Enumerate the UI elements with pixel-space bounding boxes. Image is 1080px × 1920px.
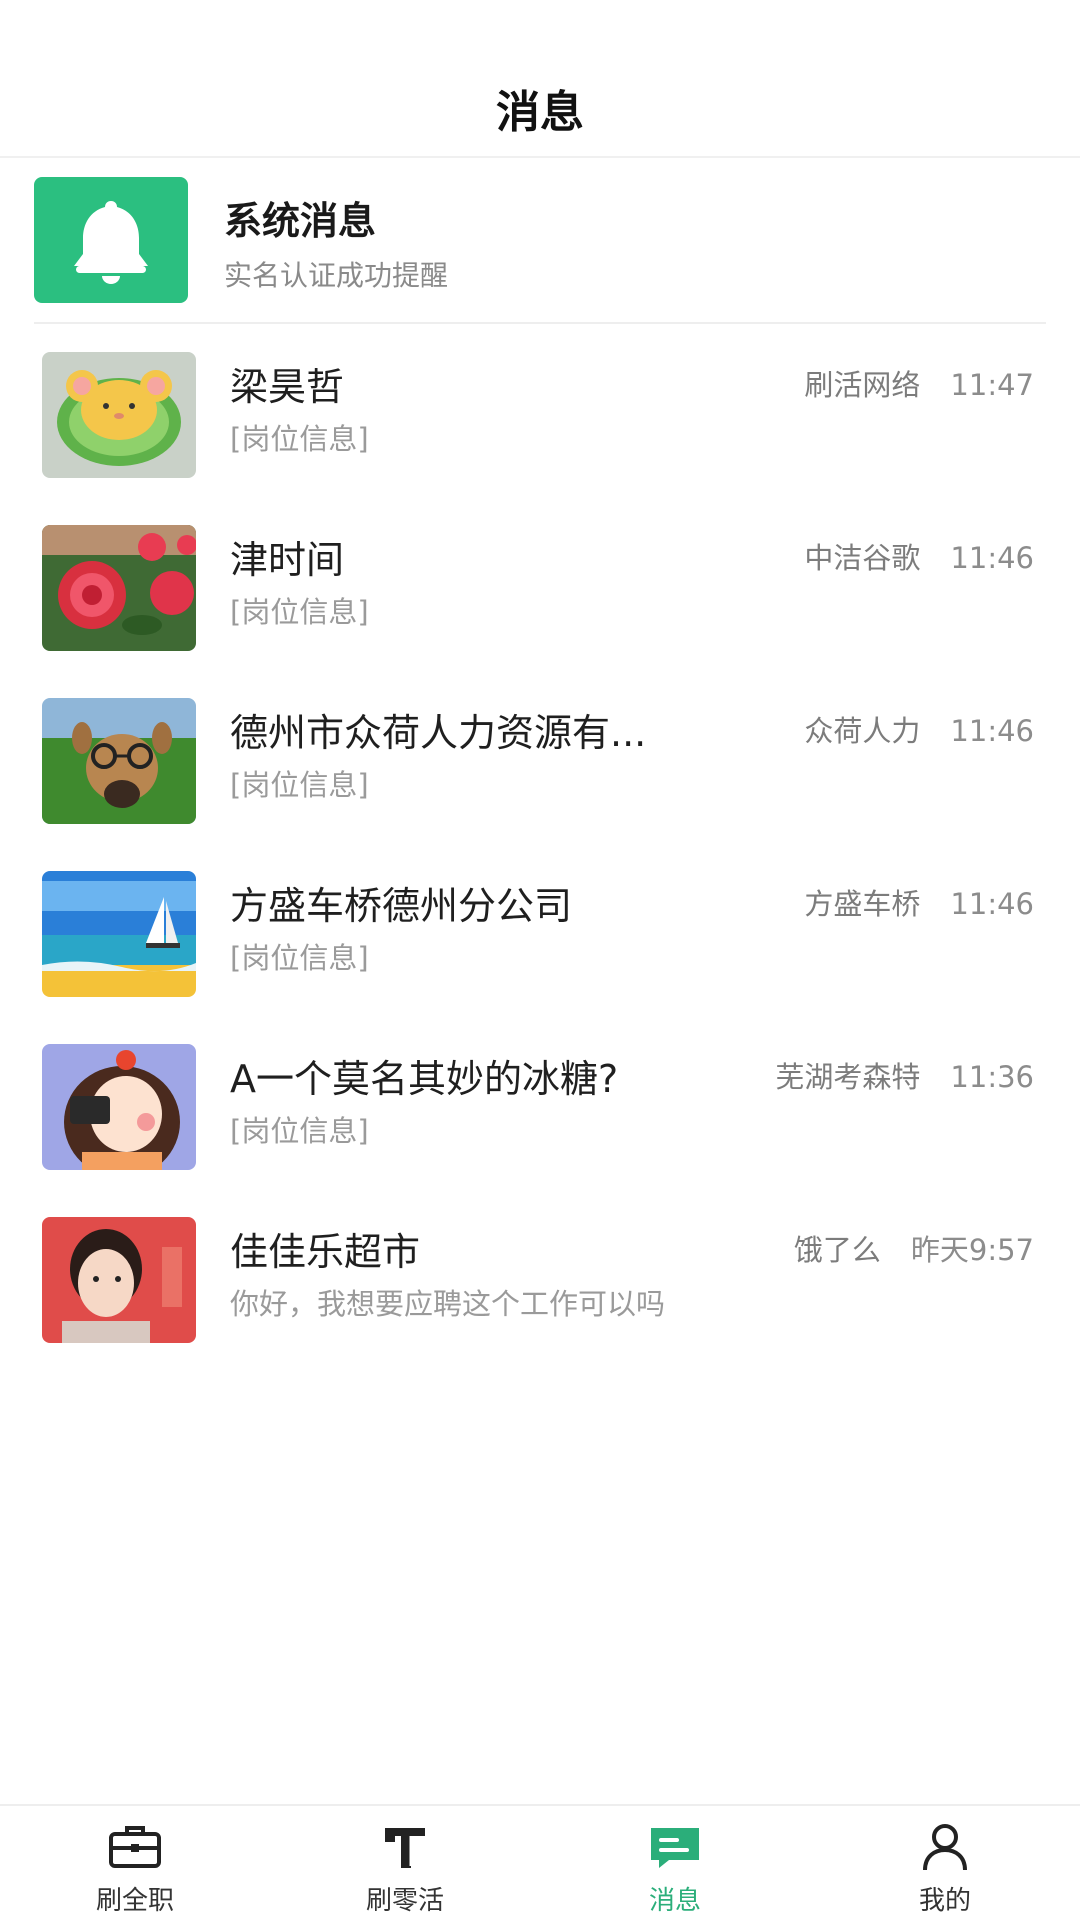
chat-preview: [岗位信息] [230, 595, 369, 629]
chat-preview: [岗位信息] [230, 1114, 369, 1148]
avatar [42, 698, 196, 824]
avatar [42, 525, 196, 651]
avatar [42, 1217, 196, 1343]
person-icon [917, 1822, 973, 1872]
tab-full-time[interactable]: 刷全职 [0, 1806, 270, 1920]
chat-meta: 众荷人力 11:46 [804, 708, 1034, 750]
tab-label: 刷零活 [365, 1886, 444, 1916]
chat-preview: [岗位信息] [230, 941, 369, 975]
chat-preview: [岗位信息] [230, 768, 369, 802]
t-tool-icon [377, 1822, 433, 1872]
message-icon [647, 1822, 703, 1872]
timestamp: 11:46 [950, 541, 1034, 575]
timestamp: 11:47 [950, 368, 1034, 402]
header: 消息 [0, 0, 1080, 158]
tab-label: 刷全职 [95, 1886, 174, 1916]
chat-list: 梁昊哲 [岗位信息] 刷活网络 11:47 津时间 [岗位信息] 中洁谷歌 11:4… [0, 324, 1080, 1362]
avatar [42, 1044, 196, 1170]
avatar [42, 871, 196, 997]
chat-name: 津时间 [230, 538, 345, 582]
tab-gig[interactable]: 刷零活 [270, 1806, 540, 1920]
chat-item[interactable]: A一个莫名其妙的冰糖? [岗位信息] 芜湖考森特 11:36 [0, 1016, 1080, 1189]
tab-profile[interactable]: 我的 [810, 1806, 1080, 1920]
chat-meta: 方盛车桥 11:46 [804, 881, 1034, 923]
bottom-tab-bar: 刷全职 刷零活 消息 我的 [0, 1804, 1080, 1920]
company-name: 中洁谷歌 [804, 541, 921, 575]
chat-name: A一个莫名其妙的冰糖? [230, 1057, 619, 1101]
chat-meta: 饿了么 昨天9:57 [794, 1227, 1034, 1269]
tab-label: 消息 [648, 1886, 701, 1916]
timestamp: 11:46 [950, 714, 1034, 748]
avatar [42, 352, 196, 478]
timestamp: 昨天9:57 [910, 1233, 1034, 1267]
chat-item[interactable]: 佳佳乐超市 你好，我想要应聘这个工作可以吗 饿了么 昨天9:57 [0, 1189, 1080, 1362]
page-title: 消息 [496, 87, 584, 138]
chat-item[interactable]: 德州市众荷人力资源有... [岗位信息] 众荷人力 11:46 [0, 670, 1080, 843]
company-name: 饿了么 [793, 1233, 881, 1267]
company-name: 刷活网络 [804, 368, 921, 402]
chat-item[interactable]: 津时间 [岗位信息] 中洁谷歌 11:46 [0, 497, 1080, 670]
system-message-subtitle: 实名认证成功提醒 [224, 259, 449, 292]
chat-name: 梁昊哲 [230, 365, 345, 409]
chat-name: 方盛车桥德州分公司 [230, 884, 573, 928]
briefcase-icon [107, 1822, 163, 1872]
tab-messages[interactable]: 消息 [540, 1806, 810, 1920]
chat-item[interactable]: 梁昊哲 [岗位信息] 刷活网络 11:47 [0, 324, 1080, 497]
chat-meta: 中洁谷歌 11:46 [804, 535, 1034, 577]
company-name: 众荷人力 [804, 714, 921, 748]
chat-preview: [岗位信息] [230, 422, 369, 456]
system-message-item[interactable]: 系统消息 实名认证成功提醒 [0, 160, 1080, 324]
timestamp: 11:36 [950, 1060, 1034, 1094]
tab-label: 我的 [918, 1886, 971, 1916]
chat-meta: 芜湖考森特 11:36 [775, 1054, 1034, 1096]
company-name: 芜湖考森特 [775, 1060, 921, 1094]
chat-preview: 你好，我想要应聘这个工作可以吗 [230, 1287, 666, 1321]
bell-icon [34, 177, 188, 303]
chat-name: 德州市众荷人力资源有... [230, 711, 647, 755]
timestamp: 11:46 [950, 887, 1034, 921]
chat-meta: 刷活网络 11:47 [804, 362, 1034, 404]
system-message-title: 系统消息 [224, 199, 377, 243]
chat-item[interactable]: 方盛车桥德州分公司 [岗位信息] 方盛车桥 11:46 [0, 843, 1080, 1016]
company-name: 方盛车桥 [804, 887, 921, 921]
chat-name: 佳佳乐超市 [230, 1230, 421, 1274]
